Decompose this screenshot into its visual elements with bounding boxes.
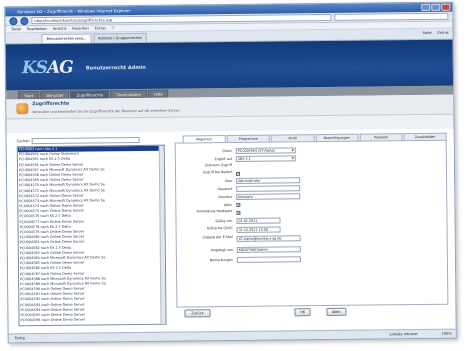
field-label: Aktiv [223, 202, 233, 208]
field-label: Gültig von [215, 218, 233, 224]
section-header: Zugriffsrechte Verwalten und bearbeiten … [6, 94, 454, 120]
back-arrow-icon[interactable] [9, 16, 18, 25]
close-window-button[interactable] [441, 3, 451, 11]
key-icon [16, 103, 29, 115]
field-label: Passwort [217, 186, 233, 192]
app-banner: KSAG Benutzerrecht Admin [5, 39, 454, 91]
browser-tools: Seite Extras [423, 31, 449, 35]
form-row: Gültig von 01.01.2011 [176, 216, 448, 225]
minimize-button[interactable] [421, 3, 431, 11]
list-item[interactable]: PCU004596 nach Online Demo Server [20, 317, 166, 324]
forward-arrow-icon[interactable] [20, 16, 29, 25]
field-label: Anmeldung Hardware [196, 208, 233, 214]
window-title: Konstanz AG – Zugriffsrecht – Windows In… [17, 8, 131, 15]
field-select[interactable]: SBX 2.1 [235, 155, 296, 162]
field-label: Zeitraum Zugriff [204, 162, 232, 168]
menu-item-tools[interactable]: Extras [95, 25, 106, 31]
field-label: Domäne [218, 194, 233, 200]
field-select[interactable]: PCU004564 (ST-Alpha) [235, 147, 296, 154]
field-input[interactable]: ST-Alpha@konstanz-ag.de [236, 235, 301, 242]
client-list-pane: Suchen PCU0003 nach Sbx 2.1 PCU004564 nac… [16, 136, 167, 327]
browser-tab-address[interactable]: Adresse / Gruppenrechte [93, 32, 147, 43]
filter-row: Suchen [17, 136, 165, 145]
field-input[interactable]: 01.01.2011 [236, 217, 281, 224]
section-description: Verwalten und bearbeiten Sie die Zugriff… [32, 108, 181, 115]
nav-tab-start[interactable]: Start [18, 90, 40, 100]
field-input[interactable] [236, 185, 301, 192]
chevron-down-icon[interactable]: ▾ [292, 155, 294, 161]
field-input[interactable]: konstanz [236, 193, 301, 200]
field-label: Zugang per E-Mail [202, 234, 233, 240]
back-button[interactable]: Zurück [184, 309, 211, 318]
field-label: Zugriff bei Bedarf [202, 169, 233, 175]
maximize-button[interactable] [431, 3, 441, 11]
main-content: Suchen PCU0003 nach Sbx 2.1 PCU004564 nac… [6, 128, 457, 336]
form-row: Angelegt von KONSTANZ\Admin [177, 245, 449, 254]
field-input[interactable]: KONSTANZ\Admin [236, 246, 301, 253]
field-input[interactable]: Administrator [236, 177, 301, 184]
form-row: Zugang per E-Mail ST-Alpha@konstanz-ag.de [177, 234, 449, 243]
menu-item-view[interactable]: Ansicht [53, 26, 66, 32]
status-text: Fertig [14, 336, 25, 341]
field-label: Gültig bis (Zeit) [206, 225, 233, 231]
section-title: Zugriffsrechte [32, 101, 70, 108]
ok-button[interactable]: OK [294, 308, 311, 317]
menu-item-favorites[interactable]: Favoriten [72, 25, 89, 31]
browser-window: Konstanz AG – Zugriffsrecht – Windows In… [4, 1, 457, 344]
form-buttons: Zurück OK Abbr. [176, 307, 448, 320]
filter-label: Suchen [16, 138, 30, 143]
app-logo: KSAG [21, 57, 73, 79]
menu-item-file[interactable]: Datei [11, 26, 21, 32]
client-listbox[interactable]: PCU0003 nach Sbx 2.1 PCU004564 nach Onlin… [16, 144, 167, 327]
filter-input[interactable] [31, 136, 140, 144]
field-checkbox[interactable]: ✓ [235, 171, 241, 176]
list-scrollbar[interactable] [158, 145, 166, 324]
access-form: Client PCU004564 (ST-Alpha) ▾ Zugriff auf SB… [174, 139, 449, 308]
detail-pane: Allgemein Programme Profil Berechtigunge… [174, 132, 449, 322]
field-input[interactable]: 31.12.2011 12:00 [236, 226, 281, 233]
field-label: Angelegt von [210, 247, 233, 253]
zoom-level[interactable]: 100% [442, 330, 452, 339]
menu-item-help[interactable]: ? [112, 25, 114, 31]
field-label: Client [222, 148, 232, 154]
form-row: Gültig bis (Zeit) 31.12.2011 12:00 [177, 225, 449, 234]
app-name: Benutzerrecht Admin [85, 64, 146, 72]
browser-search-field[interactable] [334, 12, 449, 21]
field-checkbox[interactable]: ✓ [236, 202, 241, 207]
nav-tab-help[interactable]: Hilfe [147, 89, 169, 98]
menu-item-edit[interactable]: Bearbeiten [27, 26, 47, 32]
page-menu-button[interactable]: Seite [423, 31, 432, 35]
field-label: Bemerkungen [209, 257, 233, 263]
cancel-button[interactable]: Abbr. [326, 307, 347, 317]
tools-menu-button[interactable]: Extras [437, 31, 448, 35]
field-input[interactable] [236, 256, 301, 263]
security-zone: Lokales Intranet [389, 332, 418, 337]
field-checkbox[interactable]: ✓ [236, 210, 241, 215]
field-label: Zugriff auf [214, 156, 232, 162]
browser-tab-rights[interactable]: Benutzerrechte verw... [41, 33, 92, 43]
chevron-down-icon[interactable]: ▾ [292, 147, 294, 153]
form-row: Bemerkungen [177, 255, 449, 264]
field-label: User [224, 178, 233, 184]
